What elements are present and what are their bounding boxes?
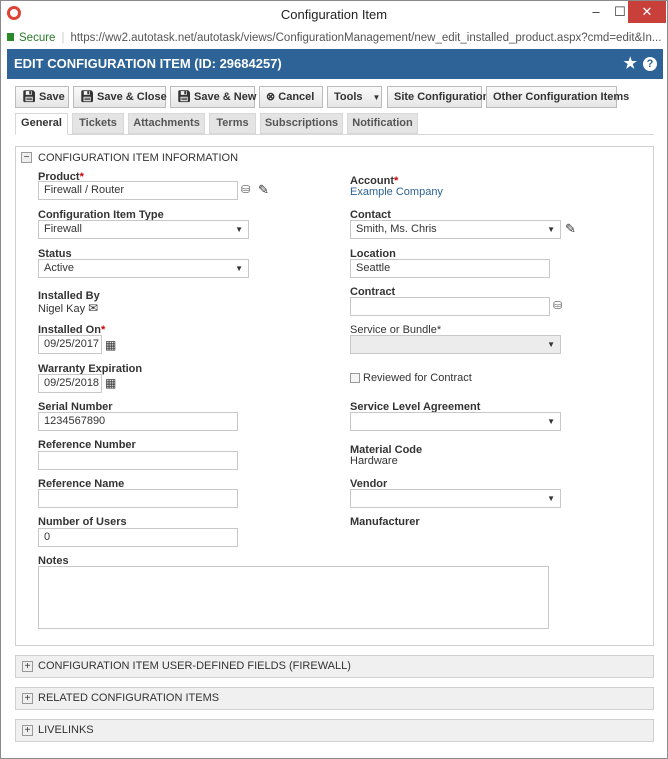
collapse-icon[interactable]: − (21, 152, 32, 163)
expand-icon: + (22, 725, 33, 736)
chevron-down-icon: ▼ (547, 225, 555, 234)
star-icon[interactable]: ★ (624, 49, 637, 79)
save-button[interactable]: 💾︎ Save (15, 86, 69, 108)
save-new-icon: 💾︎ (177, 91, 195, 103)
tab-terms[interactable]: Terms (209, 113, 256, 134)
tools-menu-button[interactable]: Tools ▼ (327, 86, 382, 108)
minimize-button[interactable]: – (584, 1, 608, 23)
tab-general[interactable]: General (15, 113, 68, 135)
secure-label: Secure (19, 32, 56, 44)
other-configuration-items-button[interactable]: Other Configuration Items (486, 86, 629, 108)
chevron-down-icon: ▼ (547, 494, 555, 503)
tab-tickets[interactable]: Tickets (72, 113, 124, 134)
notes-textarea[interactable] (38, 566, 549, 629)
tab-notification[interactable]: Notification (347, 113, 418, 134)
udf-section-header[interactable]: + CONFIGURATION ITEM USER-DEFINED FIELDS … (15, 655, 654, 678)
chevron-down-icon: ▼ (372, 93, 381, 102)
expand-icon: + (22, 661, 33, 672)
save-icon: 💾︎ (22, 91, 40, 103)
save-close-button[interactable]: 💾︎ Save & Close (73, 86, 167, 108)
related-items-section-header[interactable]: + RELATED CONFIGURATION ITEMS (15, 687, 654, 710)
installed-on-input[interactable]: 09/25/2017 (38, 335, 102, 354)
title-bar: Configuration Item – ☐ ✕ (1, 1, 667, 29)
edit-pencil-icon[interactable]: ✎ (258, 182, 269, 198)
site-configuration-button[interactable]: Site Configuration (387, 86, 489, 108)
calendar-icon[interactable]: ▦ (105, 376, 116, 390)
page-title: EDIT CONFIGURATION ITEM (ID: 29684257) (14, 56, 282, 71)
ref-number-input[interactable] (38, 451, 238, 470)
page-header: EDIT CONFIGURATION ITEM (ID: 29684257) ★… (7, 49, 663, 79)
tab-attachments[interactable]: Attachments (128, 113, 205, 134)
ci-type-select[interactable]: Firewall ▼ (38, 220, 249, 239)
reviewed-checkbox[interactable] (350, 373, 360, 383)
manufacturer-label: Manufacturer (350, 516, 420, 528)
address-bar[interactable]: Secure | https://ww2.autotask.net/autotask… (7, 29, 663, 47)
installed-by-value: Nigel Kay ✉ (38, 301, 99, 315)
sla-select[interactable]: ▼ (350, 412, 561, 431)
vendor-select[interactable]: ▼ (350, 489, 561, 508)
lookup-icon[interactable]: ⛁ (553, 299, 562, 312)
save-icon: 💾︎ (80, 91, 98, 103)
product-input[interactable]: Firewall / Router (38, 181, 238, 200)
close-button[interactable]: ✕ (628, 1, 666, 23)
warranty-input[interactable]: 09/25/2018 (38, 374, 102, 393)
service-select[interactable]: ▼ (350, 335, 561, 354)
tab-subscriptions[interactable]: Subscriptions (260, 113, 343, 134)
chevron-down-icon: ▼ (235, 225, 243, 234)
calendar-icon[interactable]: ▦ (105, 338, 116, 352)
material-value: Hardware (350, 455, 398, 467)
livelinks-section-header[interactable]: + LIVELINKS (15, 719, 654, 742)
section-title: CONFIGURATION ITEM INFORMATION (38, 152, 239, 164)
window: Configuration Item – ☐ ✕ Secure | https://… (0, 0, 668, 759)
email-icon[interactable]: ✉ (88, 301, 98, 315)
contract-input[interactable] (350, 297, 550, 316)
lock-icon (7, 33, 14, 41)
num-users-label: Number of Users (38, 516, 127, 528)
reviewed-label: Reviewed for Contract (363, 372, 472, 384)
expand-icon: + (22, 693, 33, 704)
url[interactable]: https://ww2.autotask.net/autotask/views/… (70, 32, 661, 44)
chevron-down-icon: ▼ (547, 340, 555, 349)
chevron-down-icon: ▼ (235, 264, 243, 273)
ref-number-label: Reference Number (38, 439, 136, 451)
serial-input[interactable]: 1234567890 (38, 412, 238, 431)
window-title: Configuration Item (280, 7, 388, 22)
contact-select[interactable]: Smith, Ms. Chris ▼ (350, 220, 561, 239)
ref-name-input[interactable] (38, 489, 238, 508)
status-select[interactable]: Active ▼ (38, 259, 249, 278)
lookup-icon[interactable]: ⛁ (241, 183, 250, 196)
save-new-button[interactable]: 💾︎ Save & New (170, 86, 256, 108)
edit-pencil-icon[interactable]: ✎ (565, 221, 576, 237)
cancel-button[interactable]: ⊗ Cancel (259, 86, 323, 108)
chevron-down-icon: ▼ (547, 417, 555, 426)
num-users-input[interactable]: 0 (38, 528, 238, 547)
help-icon[interactable]: ? (643, 57, 657, 71)
cancel-icon: ⊗ (266, 91, 279, 103)
location-input[interactable]: Seattle (350, 259, 550, 278)
account-link[interactable]: Example Company (350, 186, 443, 198)
